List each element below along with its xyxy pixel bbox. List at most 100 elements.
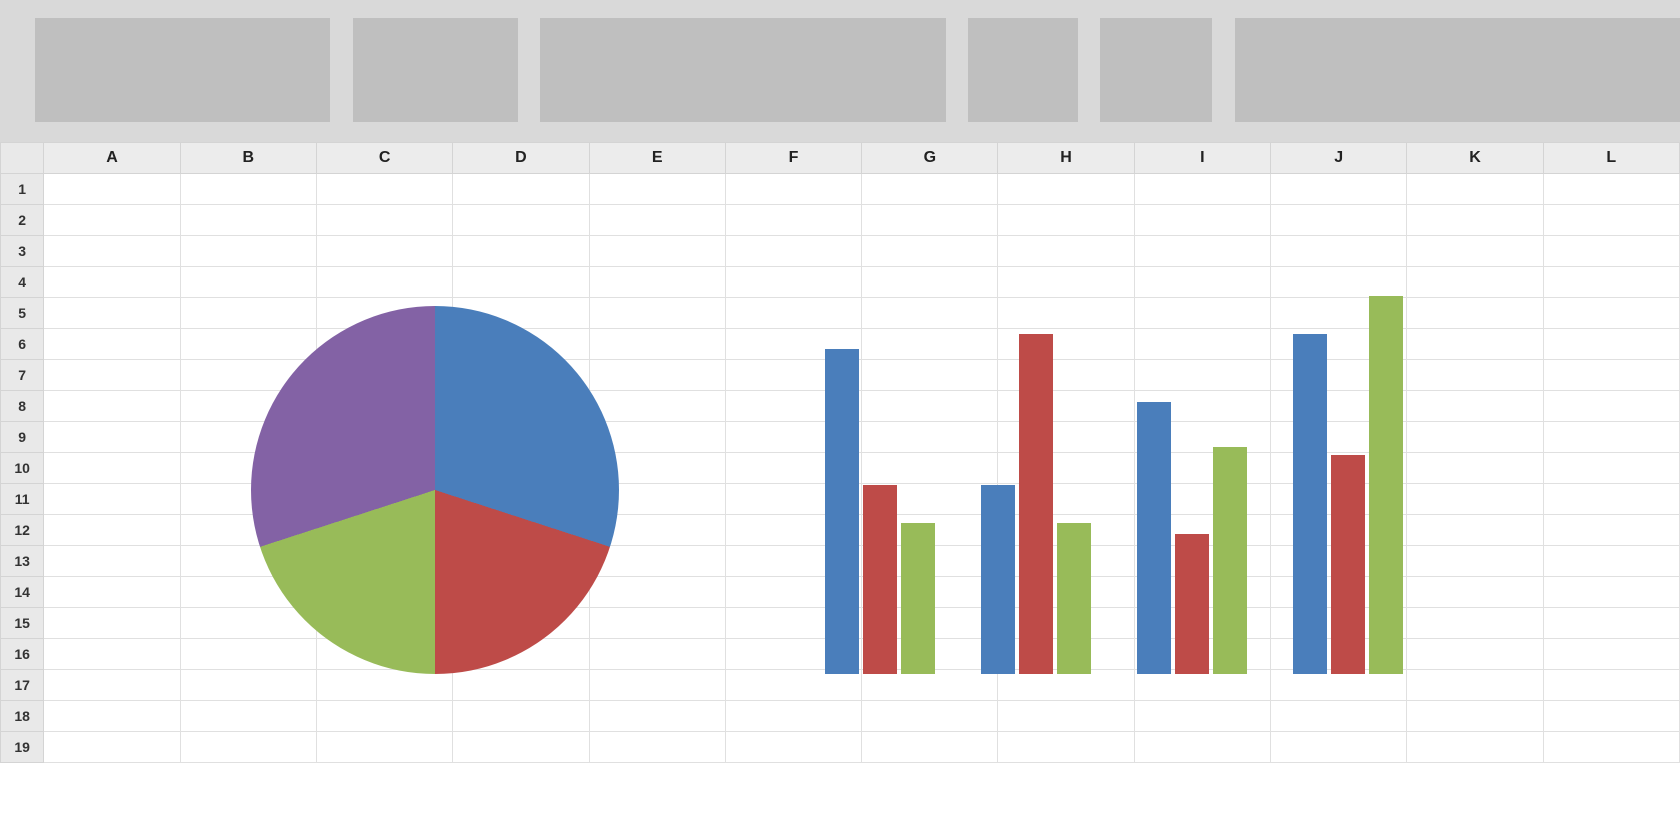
ribbon-group-5[interactable] xyxy=(1100,18,1212,122)
cell-K5[interactable] xyxy=(1407,298,1543,329)
cell-D1[interactable] xyxy=(453,174,589,205)
cell-F2[interactable] xyxy=(725,205,861,236)
cell-L17[interactable] xyxy=(1543,670,1679,701)
cell-A13[interactable] xyxy=(44,546,180,577)
row-header-9[interactable]: 9 xyxy=(1,422,44,453)
cell-E2[interactable] xyxy=(589,205,725,236)
select-all-corner[interactable] xyxy=(1,143,44,174)
cell-D4[interactable] xyxy=(453,267,589,298)
cell-G18[interactable] xyxy=(862,701,998,732)
cell-K8[interactable] xyxy=(1407,391,1543,422)
row-header-3[interactable]: 3 xyxy=(1,236,44,267)
row-header-11[interactable]: 11 xyxy=(1,484,44,515)
cell-I18[interactable] xyxy=(1134,701,1270,732)
cell-F17[interactable] xyxy=(725,670,861,701)
cell-K18[interactable] xyxy=(1407,701,1543,732)
cell-A16[interactable] xyxy=(44,639,180,670)
cell-L19[interactable] xyxy=(1543,732,1679,763)
bar-chart[interactable] xyxy=(825,296,1398,674)
col-header-E[interactable]: E xyxy=(589,143,725,174)
cell-L8[interactable] xyxy=(1543,391,1679,422)
cell-A8[interactable] xyxy=(44,391,180,422)
col-header-L[interactable]: L xyxy=(1543,143,1679,174)
row-header-5[interactable]: 5 xyxy=(1,298,44,329)
cell-F18[interactable] xyxy=(725,701,861,732)
cell-C17[interactable] xyxy=(316,670,452,701)
cell-K6[interactable] xyxy=(1407,329,1543,360)
row-header-4[interactable]: 4 xyxy=(1,267,44,298)
cell-B4[interactable] xyxy=(180,267,316,298)
cell-I17[interactable] xyxy=(1134,670,1270,701)
cell-C1[interactable] xyxy=(316,174,452,205)
cell-A19[interactable] xyxy=(44,732,180,763)
cell-L5[interactable] xyxy=(1543,298,1679,329)
ribbon-group-4[interactable] xyxy=(968,18,1078,122)
cell-K10[interactable] xyxy=(1407,453,1543,484)
cell-J18[interactable] xyxy=(1271,701,1407,732)
cell-B18[interactable] xyxy=(180,701,316,732)
cell-L16[interactable] xyxy=(1543,639,1679,670)
cell-C2[interactable] xyxy=(316,205,452,236)
cell-J1[interactable] xyxy=(1271,174,1407,205)
cell-K13[interactable] xyxy=(1407,546,1543,577)
cell-L11[interactable] xyxy=(1543,484,1679,515)
cell-A3[interactable] xyxy=(44,236,180,267)
cell-J2[interactable] xyxy=(1271,205,1407,236)
cell-K4[interactable] xyxy=(1407,267,1543,298)
cell-F1[interactable] xyxy=(725,174,861,205)
cell-K1[interactable] xyxy=(1407,174,1543,205)
cell-A2[interactable] xyxy=(44,205,180,236)
cell-B19[interactable] xyxy=(180,732,316,763)
col-header-C[interactable]: C xyxy=(316,143,452,174)
cell-A15[interactable] xyxy=(44,608,180,639)
cell-D3[interactable] xyxy=(453,236,589,267)
cell-D2[interactable] xyxy=(453,205,589,236)
cell-L3[interactable] xyxy=(1543,236,1679,267)
cell-D18[interactable] xyxy=(453,701,589,732)
cell-K12[interactable] xyxy=(1407,515,1543,546)
cell-L10[interactable] xyxy=(1543,453,1679,484)
row-header-12[interactable]: 12 xyxy=(1,515,44,546)
ribbon-group-6[interactable] xyxy=(1235,18,1680,122)
cell-A18[interactable] xyxy=(44,701,180,732)
row-header-17[interactable]: 17 xyxy=(1,670,44,701)
row-header-16[interactable]: 16 xyxy=(1,639,44,670)
cell-D19[interactable] xyxy=(453,732,589,763)
pie-chart[interactable] xyxy=(251,306,619,674)
cell-A5[interactable] xyxy=(44,298,180,329)
cell-G4[interactable] xyxy=(862,267,998,298)
cell-A4[interactable] xyxy=(44,267,180,298)
cell-G1[interactable] xyxy=(862,174,998,205)
col-header-K[interactable]: K xyxy=(1407,143,1543,174)
col-header-A[interactable]: A xyxy=(44,143,180,174)
cell-J3[interactable] xyxy=(1271,236,1407,267)
cell-H3[interactable] xyxy=(998,236,1134,267)
cell-A14[interactable] xyxy=(44,577,180,608)
row-header-18[interactable]: 18 xyxy=(1,701,44,732)
col-header-I[interactable]: I xyxy=(1134,143,1270,174)
cell-I2[interactable] xyxy=(1134,205,1270,236)
row-header-10[interactable]: 10 xyxy=(1,453,44,484)
cell-C18[interactable] xyxy=(316,701,452,732)
cell-L1[interactable] xyxy=(1543,174,1679,205)
col-header-J[interactable]: J xyxy=(1271,143,1407,174)
cell-K2[interactable] xyxy=(1407,205,1543,236)
cell-H17[interactable] xyxy=(998,670,1134,701)
cell-E1[interactable] xyxy=(589,174,725,205)
cell-F19[interactable] xyxy=(725,732,861,763)
cell-K16[interactable] xyxy=(1407,639,1543,670)
col-header-B[interactable]: B xyxy=(180,143,316,174)
cell-K19[interactable] xyxy=(1407,732,1543,763)
cell-E17[interactable] xyxy=(589,670,725,701)
ribbon-group-1[interactable] xyxy=(35,18,330,122)
row-header-14[interactable]: 14 xyxy=(1,577,44,608)
cell-G19[interactable] xyxy=(862,732,998,763)
cell-L6[interactable] xyxy=(1543,329,1679,360)
worksheet[interactable]: ABCDEFGHIJKL1234567891011121314151617181… xyxy=(0,142,1680,840)
ribbon-group-3[interactable] xyxy=(540,18,946,122)
row-header-7[interactable]: 7 xyxy=(1,360,44,391)
cell-L14[interactable] xyxy=(1543,577,1679,608)
cell-B1[interactable] xyxy=(180,174,316,205)
row-header-1[interactable]: 1 xyxy=(1,174,44,205)
row-header-2[interactable]: 2 xyxy=(1,205,44,236)
